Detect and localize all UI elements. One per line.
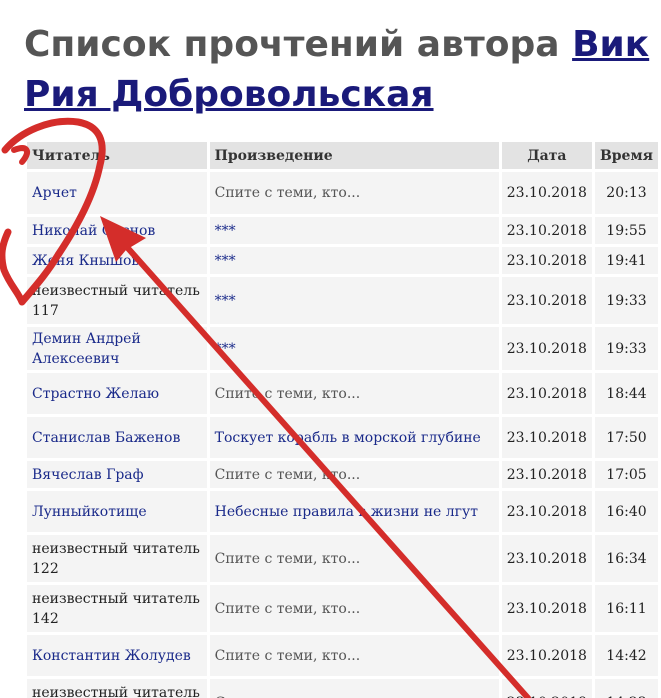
- table-row: Станислав Баженов Тоскует корабль в морск…: [27, 417, 658, 458]
- date-cell: 23.10.2018: [501, 585, 592, 632]
- time-cell: 20:13: [594, 172, 658, 214]
- reader-cell[interactable]: Станислав Баженов: [27, 417, 207, 458]
- work-cell[interactable]: Небесные правила в жизни не лгут: [209, 491, 499, 532]
- date-cell: 23.10.2018: [501, 327, 592, 370]
- work-cell: Спите с теми, кто...: [209, 585, 499, 632]
- table-body: Арчет Спите с теми, кто... 23.10.2018 20:13…: [27, 172, 658, 698]
- work-cell: Спите с теми, кто...: [209, 535, 499, 582]
- date-cell: 23.10.2018: [501, 535, 592, 582]
- time-cell: 19:55: [594, 217, 658, 244]
- work-cell: Спите с теми, кто...: [209, 635, 499, 676]
- time-cell: 16:34: [594, 535, 658, 582]
- time-cell: 17:05: [594, 461, 658, 488]
- reader-cell: неизвестный читатель 122: [27, 535, 207, 582]
- table-row: неизвестный читатель 122 Спите с теми, кт…: [27, 535, 658, 582]
- reader-cell[interactable]: Вячеслав Граф: [27, 461, 207, 488]
- table-row: Николай Сиснов *** 23.10.2018 19:55: [27, 217, 658, 244]
- date-cell: 23.10.2018: [501, 491, 592, 532]
- time-cell: 14:23: [594, 679, 658, 698]
- reader-cell[interactable]: Страстно Желаю: [27, 373, 207, 414]
- reads-table: Читатель Произведение Дата Время Арчет Сп…: [24, 139, 661, 698]
- date-cell: 23.10.2018: [501, 172, 592, 214]
- date-cell: 23.10.2018: [501, 217, 592, 244]
- table-row: Женя Кнышов *** 23.10.2018 19:41: [27, 247, 658, 274]
- time-cell: 19:33: [594, 277, 658, 324]
- time-cell: 14:42: [594, 635, 658, 676]
- page: Список прочтений автора Вик Рия Добровол…: [0, 0, 661, 698]
- reader-cell[interactable]: Женя Кнышов: [27, 247, 207, 274]
- reader-cell[interactable]: Демин Андрей Алексеевич: [27, 327, 207, 370]
- reader-cell: неизвестный читатель 142: [27, 585, 207, 632]
- reader-cell: неизвестный читатель 117: [27, 277, 207, 324]
- date-cell: 23.10.2018: [501, 635, 592, 676]
- time-cell: 19:33: [594, 327, 658, 370]
- table-row: неизвестный читатель 117 *** 23.10.2018 19:…: [27, 277, 658, 324]
- date-cell: 23.10.2018: [501, 417, 592, 458]
- time-cell: 16:40: [594, 491, 658, 532]
- date-cell: 23.10.2018: [501, 277, 592, 324]
- author-last-name: Рия Добровольская: [24, 74, 434, 115]
- table-row: неизвестный читатель 131Спите с теми, кт…: [27, 679, 658, 698]
- table-row: Вячеслав Граф Спите с теми, кто... 23.10.2…: [27, 461, 658, 488]
- column-header-work[interactable]: Произведение: [209, 142, 499, 169]
- work-cell: Спите с теми, кто...: [209, 172, 499, 214]
- date-cell: 23.10.2018: [501, 461, 592, 488]
- date-cell: 23.10.2018: [501, 679, 592, 698]
- table-row: Страстно Желаю Спите с теми, кто... 23.10.…: [27, 373, 658, 414]
- table-row: Лунныйкотище Небесные правила в жизни не …: [27, 491, 658, 532]
- work-cell: Спите с теми, кто...: [209, 461, 499, 488]
- time-cell: 18:44: [594, 373, 658, 414]
- date-cell: 23.10.2018: [501, 373, 592, 414]
- work-cell: Спите с теми, кто...: [209, 679, 499, 698]
- reader-cell[interactable]: Лунныйкотище: [27, 491, 207, 532]
- work-cell[interactable]: ***: [209, 277, 499, 324]
- reader-cell[interactable]: Николай Сиснов: [27, 217, 207, 244]
- date-cell: 23.10.2018: [501, 247, 592, 274]
- column-header-reader[interactable]: Читатель: [27, 142, 207, 169]
- table-row: неизвестный читатель 142 Спите с теми, кт…: [27, 585, 658, 632]
- reader-cell: неизвестный читатель 131: [27, 679, 207, 698]
- time-cell: 17:50: [594, 417, 658, 458]
- author-first-name: Вик: [572, 24, 650, 65]
- author-link[interactable]: Вик: [572, 24, 649, 65]
- column-header-date[interactable]: Дата: [501, 142, 592, 169]
- reader-cell[interactable]: Арчет: [27, 172, 207, 214]
- table-row: Демин Андрей Алексеевич *** 23.10.2018 19:3…: [27, 327, 658, 370]
- work-cell[interactable]: ***: [209, 217, 499, 244]
- work-cell: Спите с теми, кто...: [209, 373, 499, 414]
- column-header-time[interactable]: Время: [594, 142, 658, 169]
- work-cell[interactable]: Тоскует корабль в морской глубине: [209, 417, 499, 458]
- time-cell: 19:41: [594, 247, 658, 274]
- table-row: Арчет Спите с теми, кто... 23.10.2018 20:13: [27, 172, 658, 214]
- time-cell: 16:11: [594, 585, 658, 632]
- work-cell[interactable]: ***: [209, 327, 499, 370]
- reader-cell[interactable]: Константин Жолудев: [27, 635, 207, 676]
- page-title: Список прочтений автора Вик Рия Добровол…: [24, 20, 661, 120]
- author-link-continued[interactable]: Рия Добровольская: [24, 70, 661, 120]
- title-prefix: Список прочтений автора: [24, 24, 560, 65]
- work-cell[interactable]: ***: [209, 247, 499, 274]
- table-header-row: Читатель Произведение Дата Время: [27, 142, 658, 169]
- table-row: Константин Жолудев Спите с теми, кто... 23…: [27, 635, 658, 676]
